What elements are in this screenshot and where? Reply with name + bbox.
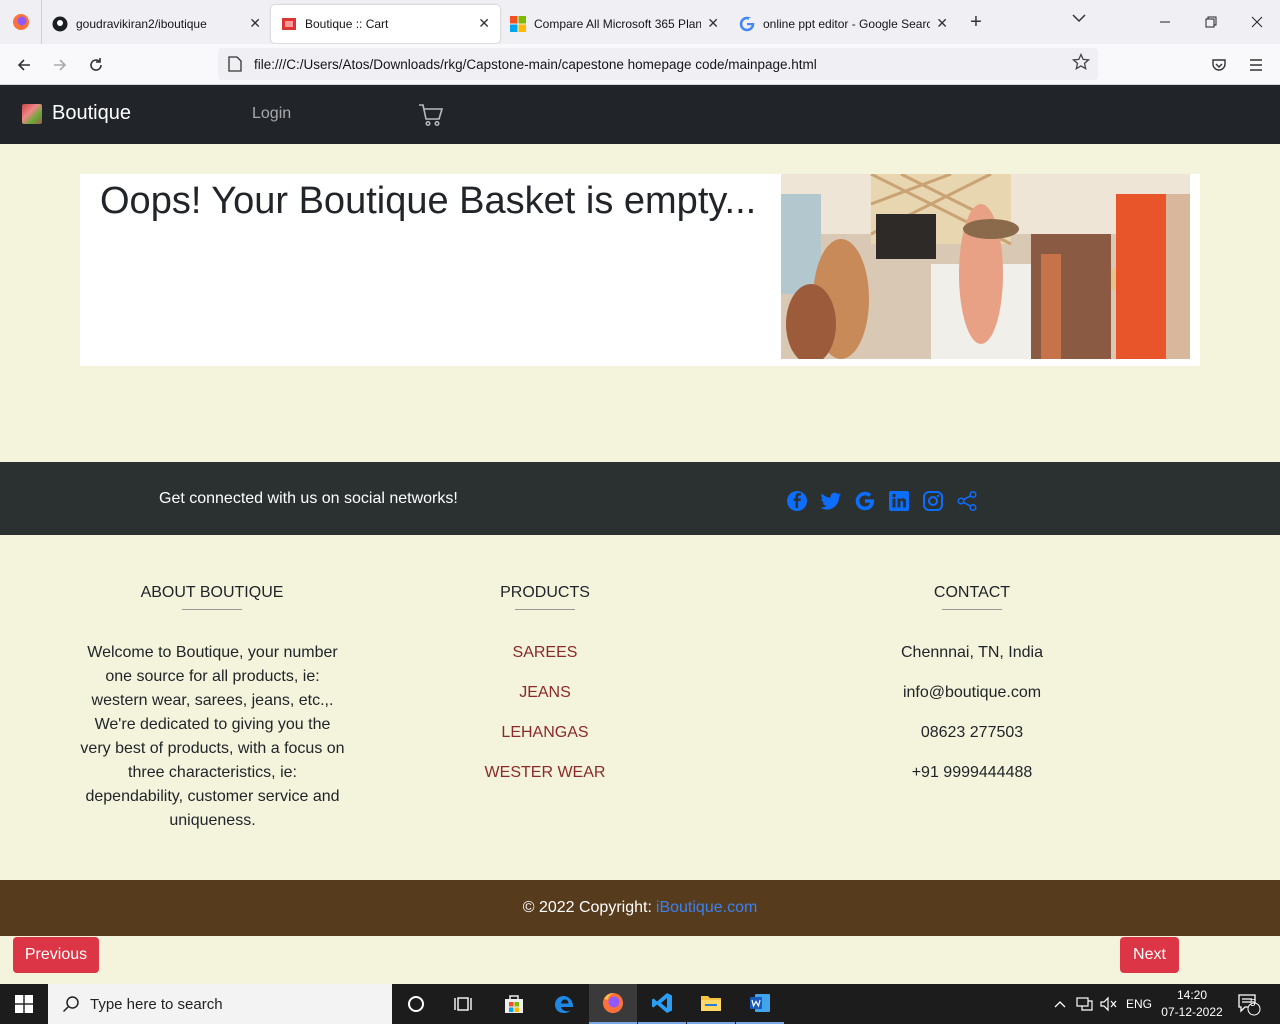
- tab-title: Boutique :: Cart: [305, 16, 389, 31]
- copyright-text: © 2022 Copyright:: [522, 899, 652, 916]
- url-bar[interactable]: file:///C:/Users/Atos/Downloads/rkg/Caps…: [218, 48, 1098, 80]
- about-text: Welcome to Boutique, your number one sou…: [80, 644, 345, 829]
- notification-count: 5: [1250, 998, 1256, 1009]
- contact-email: info@boutique.com: [902, 684, 1042, 701]
- edge-icon[interactable]: [540, 984, 588, 1024]
- notification-center-icon[interactable]: 5: [1236, 984, 1262, 1024]
- firefox-menu-icon[interactable]: [0, 0, 42, 44]
- hamburger-menu-icon[interactable]: [1243, 52, 1269, 78]
- forward-arrow-icon[interactable]: [47, 52, 73, 78]
- firefox-taskbar-icon[interactable]: [589, 984, 637, 1024]
- github-icon: [52, 16, 68, 32]
- facebook-icon[interactable]: [786, 490, 808, 512]
- cart-icon[interactable]: [418, 103, 444, 132]
- product-link-western-wear[interactable]: WESTER WEAR: [445, 764, 645, 782]
- new-tab-button[interactable]: +: [958, 11, 994, 34]
- restore-icon[interactable]: [1188, 0, 1234, 44]
- boutique-favicon: [281, 16, 297, 32]
- url-text: file:///C:/Users/Atos/Downloads/rkg/Caps…: [254, 56, 817, 72]
- empty-basket-card: Oops! Your Boutique Basket is empty...: [80, 174, 1200, 366]
- contact-mobile: +91 9999444488: [911, 764, 1033, 781]
- tab-github[interactable]: goudravikiran2/iboutique ✕: [42, 5, 271, 43]
- boutique-logo-icon: [22, 103, 42, 124]
- brand-link[interactable]: Boutique: [22, 102, 131, 125]
- list-all-tabs-icon[interactable]: [1072, 12, 1086, 26]
- brand-name: Boutique: [52, 102, 131, 124]
- social-bar: Get connected with us on social networks…: [0, 462, 1280, 535]
- windows-taskbar: Type here to search ENG 14:20 07-12-2022…: [0, 984, 1280, 1024]
- instagram-icon[interactable]: [922, 490, 944, 512]
- reload-icon[interactable]: [83, 52, 109, 78]
- microsoft-store-icon[interactable]: [490, 984, 538, 1024]
- language-indicator[interactable]: ENG: [1126, 984, 1152, 1024]
- tab-title: online ppt editor - Google Searc: [763, 16, 931, 31]
- search-placeholder: Type here to search: [90, 995, 223, 1013]
- bookmark-star-icon[interactable]: [1071, 52, 1091, 76]
- tab-title: Compare All Microsoft 365 Plan: [534, 16, 702, 31]
- product-link-sarees[interactable]: SAREES: [445, 644, 645, 662]
- file-explorer-icon[interactable]: [687, 984, 735, 1024]
- linkedin-icon[interactable]: [888, 490, 910, 512]
- back-arrow-icon[interactable]: [11, 52, 37, 78]
- browser-tab-bar: goudravikiran2/iboutique ✕ Boutique :: C…: [0, 0, 1280, 44]
- vscode-icon[interactable]: [638, 984, 686, 1024]
- browser-toolbar: file:///C:/Users/Atos/Downloads/rkg/Caps…: [0, 44, 1280, 85]
- volume-muted-icon[interactable]: [1100, 984, 1118, 1024]
- show-hidden-icons-icon[interactable]: [1054, 984, 1066, 1024]
- close-tab-icon[interactable]: ✕: [249, 15, 261, 32]
- google-icon[interactable]: [854, 490, 876, 512]
- page-icon: [228, 56, 242, 72]
- system-clock[interactable]: 14:20 07-12-2022: [1160, 987, 1224, 1021]
- contact-address: Chennnai, TN, India: [900, 644, 1043, 661]
- copyright-bar: © 2022 Copyright: iBoutique.com: [0, 880, 1280, 936]
- clock-time: 14:20: [1176, 988, 1208, 1002]
- close-window-icon[interactable]: [1234, 0, 1280, 44]
- contact-heading: CONTACT: [872, 584, 1072, 610]
- close-tab-icon[interactable]: ✕: [707, 15, 719, 32]
- close-tab-icon[interactable]: ✕: [478, 15, 490, 32]
- close-tab-icon[interactable]: ✕: [936, 15, 948, 32]
- minimize-icon[interactable]: [1142, 0, 1188, 44]
- twitter-icon[interactable]: [820, 490, 842, 512]
- site-navbar: Boutique Login: [0, 85, 1280, 144]
- login-link[interactable]: Login: [252, 105, 291, 123]
- empty-basket-message: Oops! Your Boutique Basket is empty...: [100, 180, 757, 222]
- previous-button[interactable]: Previous: [13, 937, 99, 973]
- task-view-icon[interactable]: [440, 984, 488, 1024]
- windows-start-icon[interactable]: [0, 984, 48, 1024]
- window-controls: [1142, 0, 1280, 44]
- pocket-icon[interactable]: [1206, 52, 1232, 78]
- tab-title: goudravikiran2/iboutique: [76, 16, 207, 31]
- share-icon[interactable]: [956, 490, 978, 512]
- tab-boutique-cart[interactable]: Boutique :: Cart ✕: [271, 4, 500, 43]
- copyright-link[interactable]: iBoutique.com: [656, 899, 757, 917]
- cortana-icon[interactable]: [392, 984, 440, 1024]
- next-button[interactable]: Next: [1120, 937, 1179, 973]
- contact-phone: 08623 277503: [920, 724, 1024, 741]
- products-heading: PRODUCTS: [445, 584, 645, 610]
- tab-google[interactable]: online ppt editor - Google Searc ✕: [729, 5, 958, 43]
- google-icon: [739, 16, 755, 32]
- boutique-store-image: [781, 174, 1190, 359]
- microsoft-icon: [510, 15, 526, 32]
- word-icon[interactable]: [736, 984, 784, 1024]
- clock-date: 07-12-2022: [1161, 1005, 1223, 1019]
- product-link-jeans[interactable]: JEANS: [445, 684, 645, 702]
- network-icon[interactable]: [1076, 984, 1094, 1024]
- social-heading: Get connected with us on social networks…: [159, 490, 458, 507]
- social-icons: [786, 490, 978, 512]
- product-link-lehangas[interactable]: LEHANGAS: [445, 724, 645, 742]
- tab-microsoft[interactable]: Compare All Microsoft 365 Plan ✕: [500, 5, 729, 43]
- taskbar-search-input[interactable]: Type here to search: [48, 984, 392, 1024]
- search-icon: [62, 996, 79, 1013]
- about-heading: ABOUT BOUTIQUE: [112, 584, 312, 610]
